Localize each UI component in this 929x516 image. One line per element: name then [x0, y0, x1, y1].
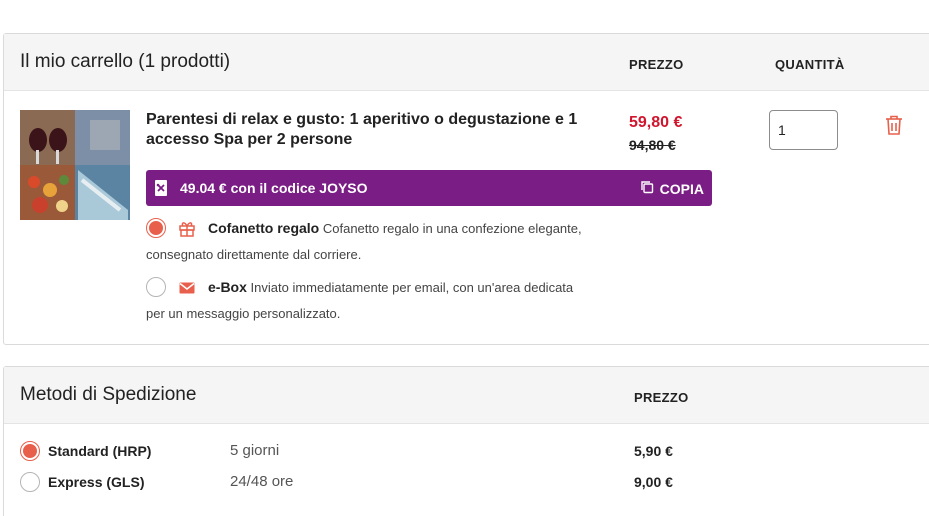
cart-header: Il mio carrello (1 prodotti) PREZZO QUAN… [4, 34, 929, 91]
shipping-price-column-header: PREZZO [634, 390, 689, 405]
shipping-standard-name[interactable]: Standard (HRP) [48, 443, 151, 459]
shipping-standard-time: 5 giorni [230, 442, 280, 459]
shipping-express-time: 24/48 ore [230, 473, 294, 490]
cart-title: Il mio carrello (1 prodotti) [20, 51, 231, 72]
shipping-express-price: 9,00 € [634, 474, 673, 490]
product-original-price: 94,80 € [629, 137, 676, 153]
price-column-header: PREZZO [629, 57, 684, 72]
copy-label: COPIA [659, 180, 704, 197]
product-title[interactable]: Parentesi di relax e gusto: 1 aperitivo … [146, 110, 586, 150]
gift-box-option[interactable]: Cofanetto regalo Cofanetto regalo in una… [146, 215, 586, 268]
coupon-icon [154, 179, 168, 197]
shipping-express-name[interactable]: Express (GLS) [48, 474, 144, 490]
shipping-header: Metodi di Spedizione PREZZO [4, 367, 929, 424]
shipping-title: Metodi di Spedizione [20, 384, 197, 405]
copy-icon [640, 180, 660, 197]
promo-code-bar: 49.04 € con il codice JOYSO COPIA [146, 170, 712, 206]
quantity-column-header: QUANTITÀ [775, 57, 845, 72]
copy-code-button[interactable]: COPIA [640, 180, 704, 197]
promo-code-text: 49.04 € con il codice JOYSO [180, 180, 368, 196]
shipping-panel: Metodi di Spedizione PREZZO Standard (HR… [3, 366, 929, 516]
cart-panel: Il mio carrello (1 prodotti) PREZZO QUAN… [3, 33, 929, 345]
product-price: 59,80 € [629, 114, 683, 131]
shipping-express-radio[interactable] [20, 472, 40, 492]
trash-icon[interactable] [884, 114, 904, 136]
gift-box-label: Cofanetto regalo [208, 220, 320, 236]
quantity-input[interactable]: 1 [769, 110, 838, 150]
ebox-label: e-Box [208, 279, 247, 295]
shipping-standard-price: 5,90 € [634, 443, 673, 459]
ebox-option[interactable]: e-Box Inviato immediatamente per email, … [146, 274, 586, 327]
shipping-standard-radio[interactable] [20, 441, 40, 461]
product-image[interactable] [20, 110, 130, 220]
